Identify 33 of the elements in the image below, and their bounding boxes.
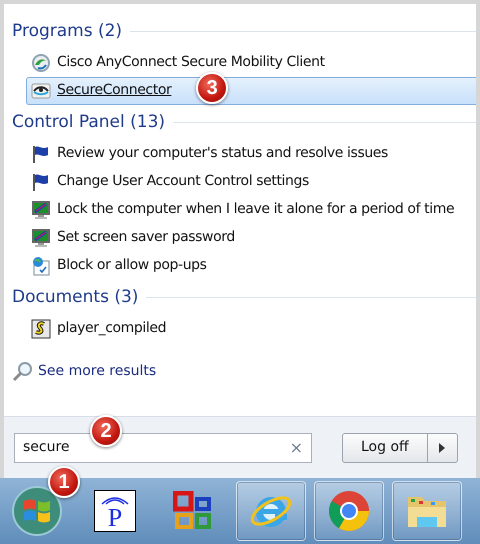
callout-badge: 2	[90, 415, 122, 447]
clear-button[interactable]: ×	[290, 436, 303, 460]
see-more-results-link[interactable]: See more results	[12, 360, 476, 383]
taskbar-button[interactable]	[236, 481, 306, 541]
p-app-icon: P	[94, 490, 136, 532]
script-file-icon	[31, 318, 51, 339]
search-icon	[12, 360, 34, 383]
globe-icon	[31, 52, 51, 73]
result-item[interactable]: Review your computer's status and resolve issues	[26, 140, 476, 168]
result-item[interactable]: Change User Account Control settings	[26, 168, 476, 196]
options-arrow-button[interactable]	[428, 432, 458, 462]
triangle-icon	[438, 442, 446, 452]
section-heading: Documents (3)	[12, 286, 138, 309]
monitor-icon	[31, 228, 51, 248]
section-heading: Control Panel (13)	[12, 110, 166, 134]
office-tiles-icon	[173, 491, 213, 531]
browser-circle-icon	[327, 489, 371, 533]
result-item[interactable]: Block or allow pop-ups	[26, 252, 476, 280]
result-item[interactable]: Lock the computer when I leave it alone for a period of time	[26, 196, 476, 224]
result-item[interactable]: player_compiled	[26, 314, 476, 343]
flag-icon	[31, 172, 51, 192]
taskbar-button[interactable]: P	[80, 481, 150, 541]
taskbar-button[interactable]	[392, 481, 462, 541]
arch-icon	[100, 495, 130, 505]
flag-icon	[31, 144, 51, 164]
monitor-icon	[31, 200, 51, 220]
taskbar-button[interactable]	[314, 481, 384, 541]
eye-icon	[31, 80, 51, 101]
result-item[interactable]: Set screen saver password	[26, 224, 476, 252]
section-heading: Programs (2)	[12, 20, 122, 43]
callout-badge: 3	[196, 72, 228, 104]
log-off-button[interactable]: Log off	[342, 432, 428, 462]
popup-window-icon	[31, 256, 51, 276]
